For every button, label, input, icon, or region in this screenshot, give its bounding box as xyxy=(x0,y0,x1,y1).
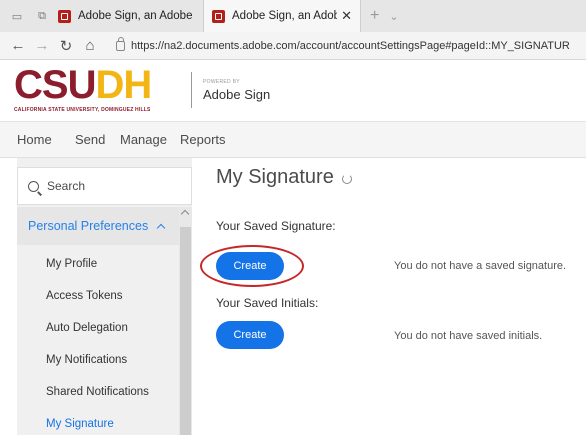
section-label: Personal Preferences xyxy=(28,219,149,233)
no-initials-message: You do not have saved initials. xyxy=(394,330,543,342)
adobe-sign-favicon-icon xyxy=(212,9,225,23)
tab-title: Adobe Sign, an Adobe I xyxy=(232,10,337,22)
nav-send[interactable]: Send xyxy=(75,132,105,147)
scroll-thumb[interactable] xyxy=(180,227,191,435)
page-title: My Signature xyxy=(216,166,352,189)
home-icon[interactable]: ⌂ xyxy=(78,37,102,54)
sidebar-item-label: My Profile xyxy=(46,258,98,270)
saved-signature-label: Your Saved Signature: xyxy=(216,219,336,233)
scroll-up-icon[interactable] xyxy=(180,209,190,219)
sidebar-item-auto-delegation[interactable]: Auto Delegation xyxy=(17,312,179,344)
nav-home[interactable]: Home xyxy=(17,132,52,147)
brand-header: CSUDH CALIFORNIA STATE UNIVERSITY, DOMIN… xyxy=(0,60,586,122)
nav-manage[interactable]: Manage xyxy=(120,132,167,147)
create-initials-button[interactable]: Create xyxy=(216,321,284,349)
back-arrow-icon[interactable]: ← xyxy=(6,37,30,54)
search-placeholder: Search xyxy=(47,179,86,193)
create-signature-button[interactable]: Create xyxy=(216,252,284,280)
logo-text-csu: CSU xyxy=(14,63,96,107)
sidebar-item-access-tokens[interactable]: Access Tokens xyxy=(17,280,179,312)
search-icon xyxy=(28,180,39,192)
tab-title: Adobe Sign, an Adobe Docu xyxy=(78,10,195,22)
adobe-sign-product-name: Adobe Sign xyxy=(203,87,271,102)
sidebar-item-my-notifications[interactable]: My Notifications xyxy=(17,344,179,376)
browser-tab-1[interactable]: Adobe Sign, an Adobe Docu xyxy=(50,0,203,32)
nav-reports[interactable]: Reports xyxy=(180,132,226,147)
sidebar-item-my-signature[interactable]: My Signature xyxy=(17,408,179,435)
main-nav: Home Send Manage Reports xyxy=(0,122,586,158)
page-title-text: My Signature xyxy=(216,166,334,188)
settings-sidebar: Search Personal Preferences My Profile A… xyxy=(17,158,192,435)
chevron-down-icon[interactable]: ⌄ xyxy=(389,10,398,23)
adobe-sign-favicon-icon xyxy=(58,9,71,23)
section-personal-preferences[interactable]: Personal Preferences xyxy=(17,207,179,245)
tab-list-icon[interactable]: ▭ xyxy=(9,9,25,23)
browser-tab-bar: ▭ ⧉ Adobe Sign, an Adobe Docu Adobe Sign… xyxy=(0,0,586,32)
sidebar-item-label: Access Tokens xyxy=(46,290,123,302)
forward-arrow-icon[interactable]: → xyxy=(30,37,54,54)
chevron-up-icon xyxy=(156,223,166,232)
logo-text-dh: DH xyxy=(95,63,152,107)
no-signature-message: You do not have a saved signature. xyxy=(394,260,567,272)
close-tab-icon[interactable]: ✕ xyxy=(341,8,352,24)
sidebar-item-my-profile[interactable]: My Profile xyxy=(17,248,179,280)
url-field[interactable]: https://na2.documents.adobe.com/account/… xyxy=(116,36,570,52)
saved-initials-label: Your Saved Initials: xyxy=(216,296,319,310)
set-aside-tabs-icon[interactable]: ⧉ xyxy=(34,9,50,23)
logo-subtitle: CALIFORNIA STATE UNIVERSITY, DOMINGUEZ H… xyxy=(14,107,151,113)
sidebar-item-label: My Notifications xyxy=(46,354,128,366)
sidebar-item-label: Auto Delegation xyxy=(46,322,128,334)
sidebar-item-label: Shared Notifications xyxy=(46,386,149,398)
sidebar-item-label: My Signature xyxy=(46,418,114,430)
sidebar-scrollbar[interactable] xyxy=(179,207,192,435)
divider xyxy=(191,72,192,108)
search-input[interactable]: Search xyxy=(17,167,192,205)
csudh-logo[interactable]: CSUDH CALIFORNIA STATE UNIVERSITY, DOMIN… xyxy=(14,63,152,113)
refresh-icon[interactable] xyxy=(341,174,352,184)
new-tab-icon[interactable]: + xyxy=(370,7,379,25)
powered-by-label: POWERED BY xyxy=(203,79,240,85)
browser-tab-2[interactable]: Adobe Sign, an Adobe I ✕ xyxy=(203,0,361,32)
address-bar: ← → ↻ ⌂ https://na2.documents.adobe.com/… xyxy=(0,32,586,60)
refresh-icon[interactable]: ↻ xyxy=(54,37,78,55)
sidebar-item-shared-notifications[interactable]: Shared Notifications xyxy=(17,376,179,408)
lock-icon xyxy=(116,36,125,51)
url-text: https://na2.documents.adobe.com/account/… xyxy=(131,39,570,52)
